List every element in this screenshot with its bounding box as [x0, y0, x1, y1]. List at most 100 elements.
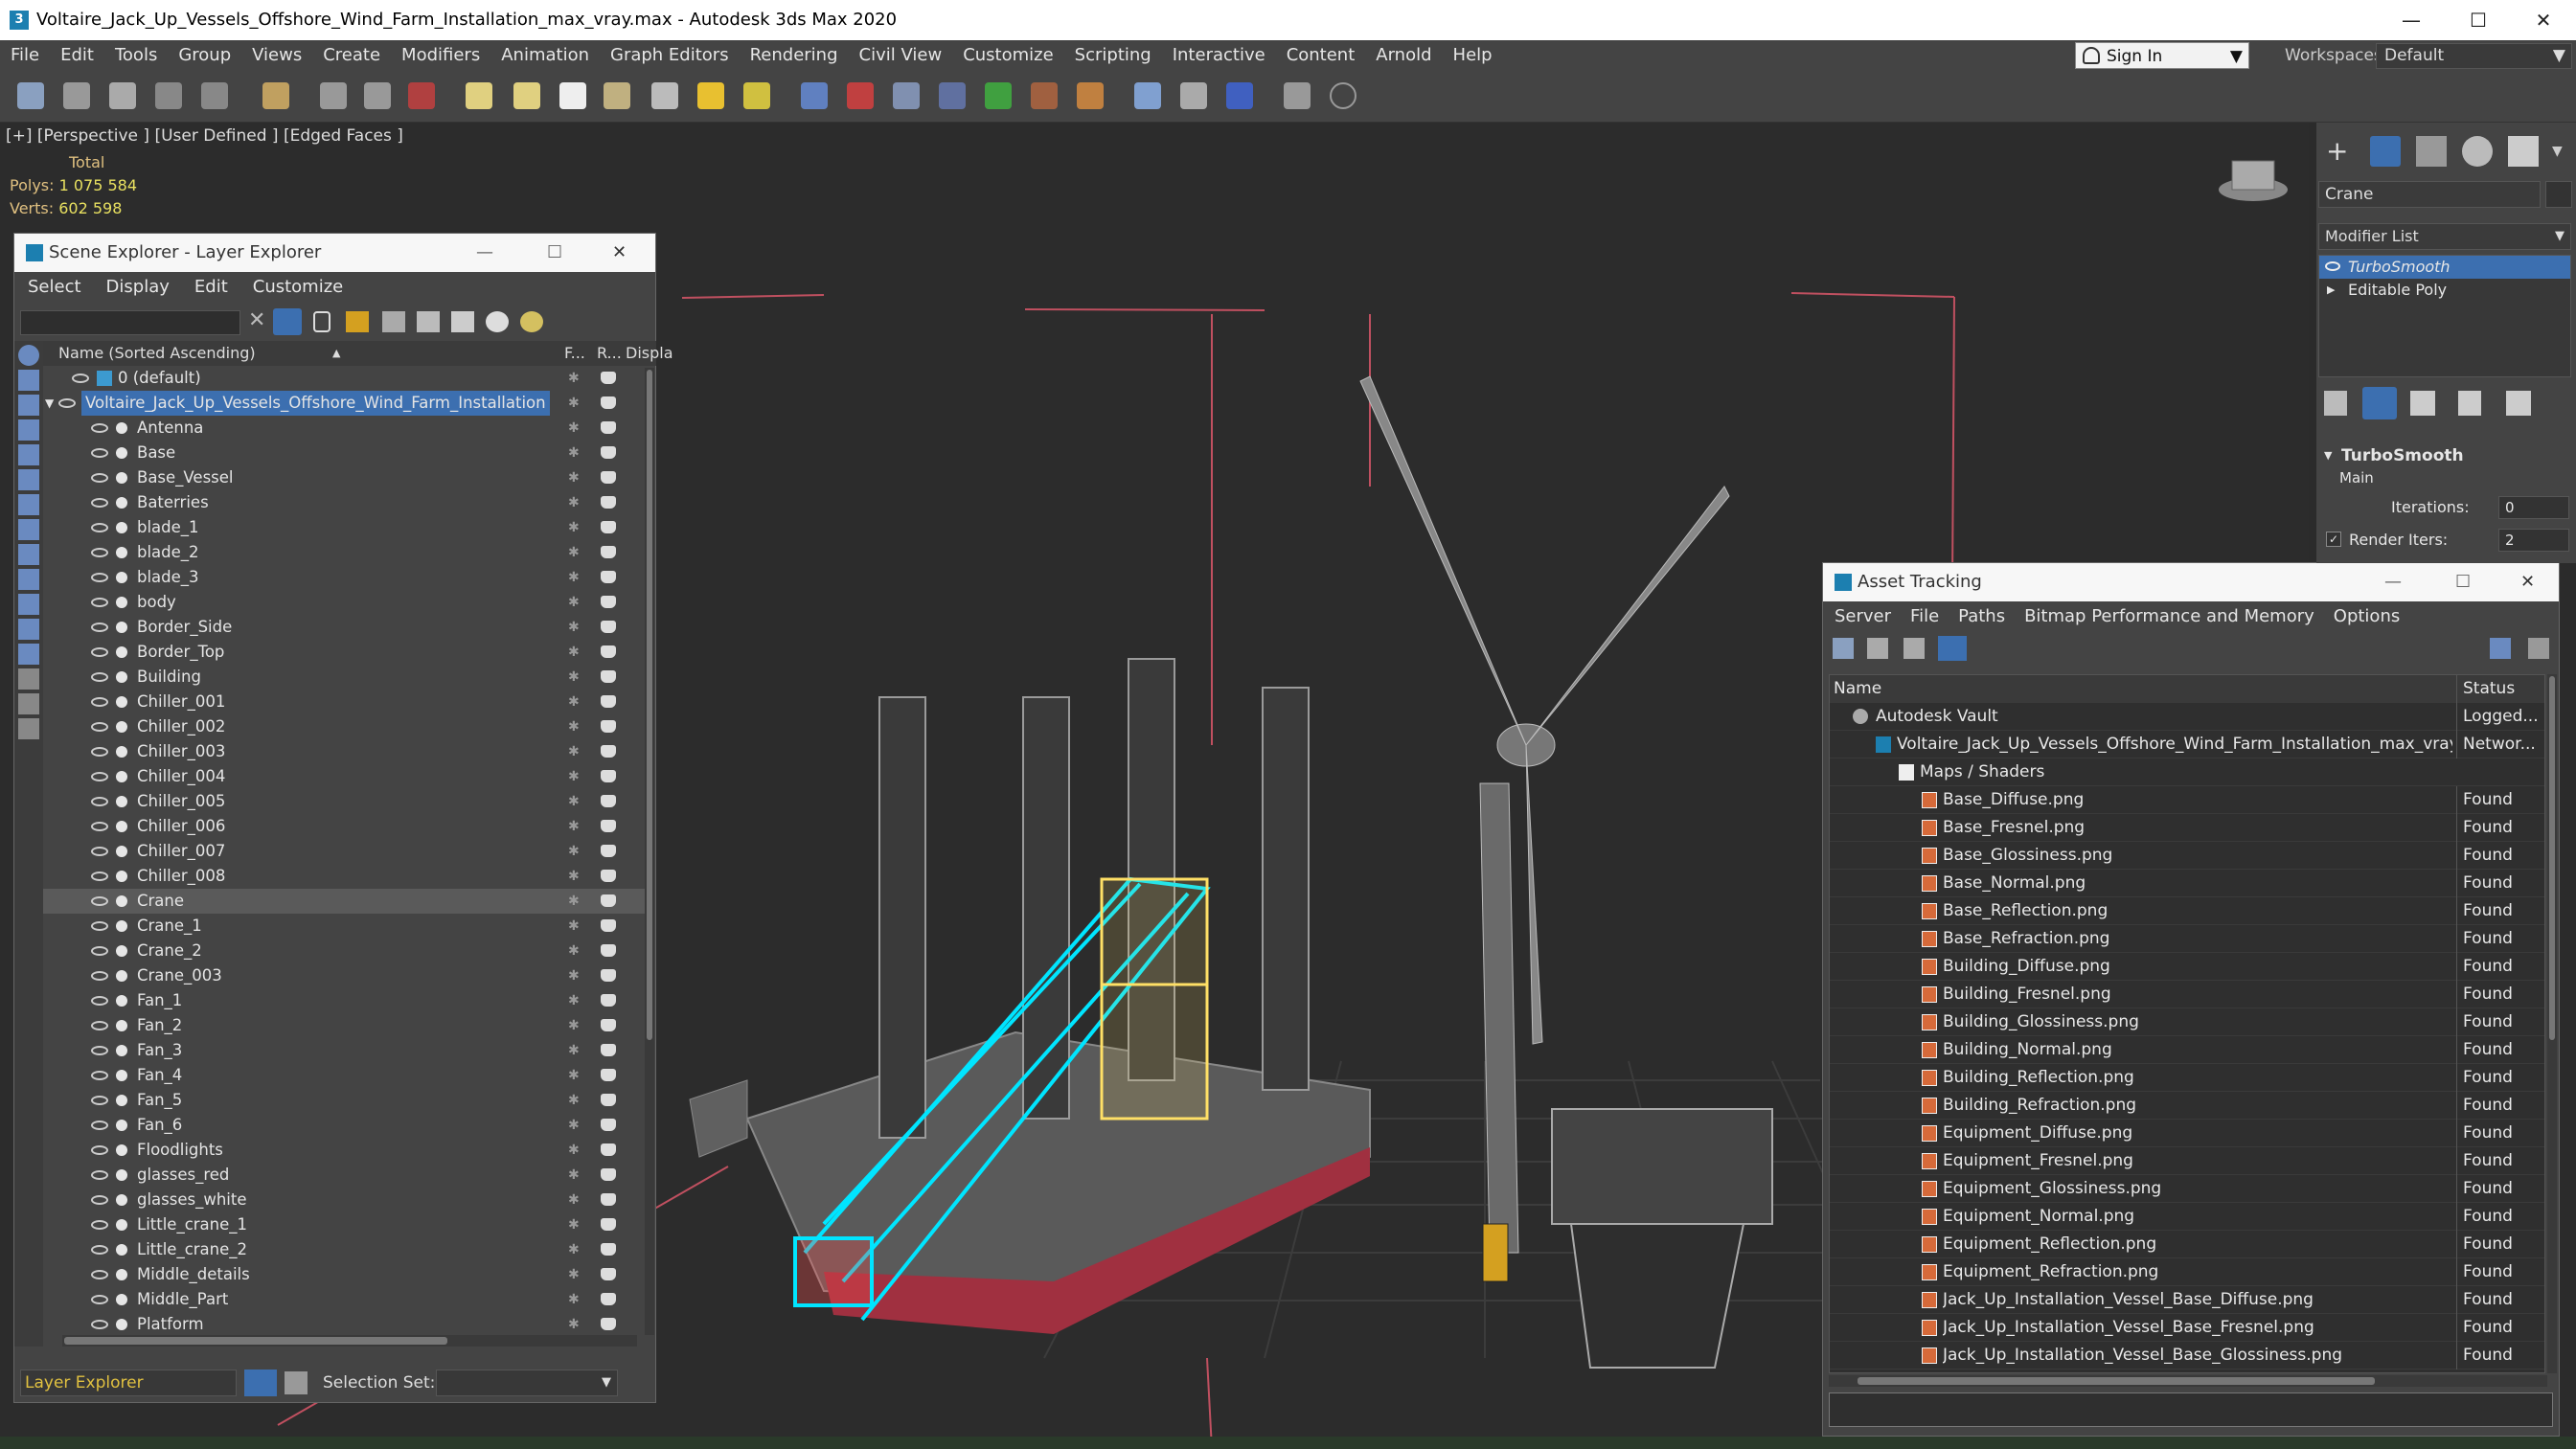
- se-menu-edit[interactable]: Edit: [194, 277, 228, 297]
- visibility-eye-icon[interactable]: [91, 1245, 108, 1255]
- visibility-eye-icon[interactable]: [91, 896, 108, 906]
- freeze-icon[interactable]: ✱: [568, 789, 580, 814]
- visibility-eye-icon[interactable]: [91, 623, 108, 632]
- link-icon[interactable]: [109, 82, 136, 109]
- tree-view-icon[interactable]: [1904, 638, 1925, 659]
- renderable-teapot-icon[interactable]: [601, 944, 616, 957]
- scene-object-row[interactable]: Border_Top ✱: [43, 640, 647, 665]
- redo-icon[interactable]: [63, 82, 90, 109]
- asset-row-vault[interactable]: Autodesk Vault Logged...: [1830, 703, 2544, 731]
- menu-scripting[interactable]: Scripting: [1064, 40, 1162, 71]
- renderable-teapot-icon[interactable]: [601, 695, 616, 708]
- asset-map-row[interactable]: Jack_Up_Installation_Vessel_Base_Glossin…: [1830, 1342, 2544, 1370]
- isolate-icon[interactable]: [486, 311, 509, 332]
- mirror-icon[interactable]: [893, 82, 920, 109]
- material-editor-icon[interactable]: [1077, 82, 1104, 109]
- light-icon[interactable]: [697, 82, 724, 109]
- configure-sets-icon[interactable]: [2506, 391, 2531, 416]
- menu-animation[interactable]: Animation: [490, 40, 600, 71]
- filter-icon[interactable]: [273, 308, 302, 335]
- display-invert-icon[interactable]: [18, 718, 39, 739]
- visibility-eye-icon[interactable]: [91, 598, 108, 607]
- explorer-type-select[interactable]: Layer Explorer: [20, 1370, 237, 1396]
- renderable-teapot-icon[interactable]: [601, 471, 616, 484]
- asset-map-row[interactable]: Equipment_Reflection.png Found: [1830, 1231, 2544, 1258]
- sign-in-dropdown[interactable]: Sign In ▼: [2075, 42, 2249, 69]
- utilities-tab-icon[interactable]: ▼: [2552, 136, 2576, 167]
- display-xrefs-icon[interactable]: [18, 544, 39, 565]
- visibility-eye-icon[interactable]: [91, 722, 108, 732]
- object-name-field[interactable]: Crane: [2318, 181, 2541, 208]
- remove-modifier-icon[interactable]: [2458, 391, 2481, 416]
- toggle-ribbon-icon[interactable]: [1284, 82, 1311, 109]
- scene-object-row[interactable]: body ✱: [43, 590, 647, 615]
- menu-edit[interactable]: Edit: [50, 40, 104, 71]
- scene-object-row[interactable]: Chiller_003 ✱: [43, 739, 647, 764]
- highlight-icon[interactable]: [520, 311, 543, 332]
- renderable-teapot-icon[interactable]: [601, 496, 616, 509]
- menu-create[interactable]: Create: [312, 40, 391, 71]
- scene-object-row[interactable]: Chiller_005 ✱: [43, 789, 647, 814]
- unlink-icon[interactable]: [155, 82, 182, 109]
- curve-editor-icon[interactable]: [985, 82, 1012, 109]
- stack-item-turbosmooth[interactable]: TurboSmooth: [2319, 256, 2570, 279]
- menu-views[interactable]: Views: [241, 40, 312, 71]
- freeze-icon[interactable]: ✱: [568, 864, 580, 889]
- menu-interactive[interactable]: Interactive: [1162, 40, 1276, 71]
- visibility-eye-icon[interactable]: [91, 1096, 108, 1105]
- renderable-teapot-icon[interactable]: [601, 1143, 616, 1156]
- menu-group[interactable]: Group: [168, 40, 241, 71]
- refresh-icon[interactable]: [1833, 638, 1854, 659]
- freeze-icon[interactable]: ✱: [568, 490, 580, 515]
- menu-arnold[interactable]: Arnold: [1365, 40, 1442, 71]
- asset-map-row[interactable]: Building_Reflection.png Found: [1830, 1064, 2544, 1092]
- placement-icon[interactable]: [651, 82, 678, 109]
- menu-modifiers[interactable]: Modifiers: [391, 40, 490, 71]
- asset-map-row[interactable]: Base_Normal.png Found: [1830, 870, 2544, 897]
- renderable-teapot-icon[interactable]: [601, 894, 616, 907]
- asset-map-row[interactable]: Equipment_Normal.png Found: [1830, 1203, 2544, 1231]
- scene-object-row[interactable]: Middle_Part ✱: [43, 1287, 647, 1312]
- render-iters-spinner[interactable]: 2: [2498, 529, 2569, 552]
- renderable-teapot-icon[interactable]: [601, 670, 616, 683]
- stack-item-editable-poly[interactable]: ▶ Editable Poly: [2319, 279, 2570, 302]
- visibility-eye-icon[interactable]: [91, 1121, 108, 1130]
- asset-map-row[interactable]: Equipment_Refraction.png Found: [1830, 1258, 2544, 1286]
- freeze-icon[interactable]: ✱: [568, 615, 580, 640]
- asset-map-row[interactable]: Base_Diffuse.png Found: [1830, 786, 2544, 814]
- renderable-teapot-icon[interactable]: [601, 1193, 616, 1206]
- display-helpers-icon[interactable]: [18, 469, 39, 490]
- freeze-icon[interactable]: ✱: [568, 690, 580, 714]
- asset-row-group[interactable]: Maps / Shaders: [1830, 758, 2544, 786]
- freeze-icon[interactable]: ✱: [568, 416, 580, 441]
- display-geometry-icon[interactable]: [18, 370, 39, 391]
- renderable-teapot-icon[interactable]: [601, 571, 616, 583]
- display-cameras-icon[interactable]: [18, 444, 39, 465]
- scene-object-row[interactable]: Baterries ✱: [43, 490, 647, 515]
- column-render[interactable]: R...: [597, 341, 622, 366]
- asset-map-row[interactable]: Jack_Up_Installation_Vessel_Base_Fresnel…: [1830, 1314, 2544, 1342]
- layers-toggle-icon[interactable]: [244, 1370, 277, 1396]
- renderable-teapot-icon[interactable]: [601, 396, 616, 409]
- scene-object-row[interactable]: Base ✱: [43, 441, 647, 465]
- renderable-teapot-icon[interactable]: [601, 795, 616, 807]
- display-lights-icon[interactable]: [18, 419, 39, 441]
- freeze-icon[interactable]: ✱: [568, 665, 580, 690]
- menu-content[interactable]: Content: [1276, 40, 1366, 71]
- schematic-view-icon[interactable]: [1031, 82, 1058, 109]
- renderable-teapot-icon[interactable]: [601, 919, 616, 932]
- at-menu-bitmap[interactable]: Bitmap Performance and Memory: [2024, 606, 2314, 626]
- help-icon[interactable]: [1330, 82, 1356, 109]
- lock-icon[interactable]: [313, 311, 331, 332]
- display-none-icon[interactable]: [18, 693, 39, 714]
- snap-toggle-icon[interactable]: [801, 82, 828, 109]
- freeze-icon[interactable]: ✱: [568, 465, 580, 490]
- renderable-teapot-icon[interactable]: [601, 845, 616, 857]
- se-menu-display[interactable]: Display: [106, 277, 170, 297]
- scrollbar-thumb[interactable]: [1858, 1377, 2375, 1385]
- at-menu-server[interactable]: Server: [1835, 606, 1891, 626]
- display-groups-icon[interactable]: [18, 519, 39, 540]
- freeze-icon[interactable]: ✱: [568, 839, 580, 864]
- scene-object-row[interactable]: glasses_white ✱: [43, 1188, 647, 1212]
- rollout-header[interactable]: ▼ TurboSmooth: [2318, 442, 2571, 469]
